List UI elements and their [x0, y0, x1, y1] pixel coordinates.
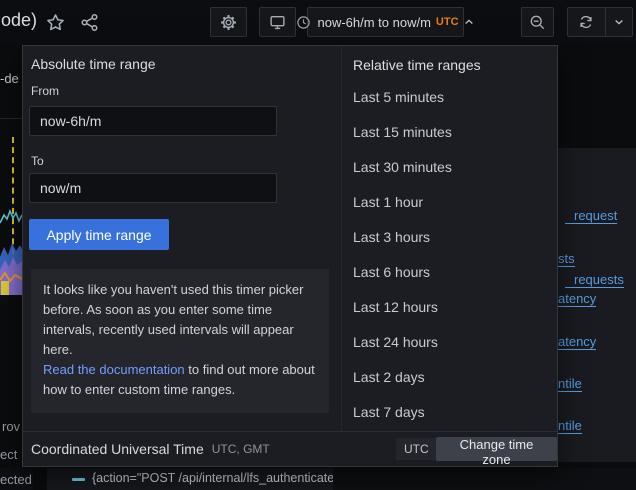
relative-range-option[interactable]: Last 12 hours	[342, 290, 557, 325]
background-chart-fragment	[0, 185, 22, 295]
star-icon[interactable]	[46, 13, 65, 32]
dashboard-toolbar: ode)	[0, 0, 636, 44]
legend-column-divider	[33, 468, 47, 490]
share-icon[interactable]	[80, 13, 99, 32]
gear-icon	[220, 14, 237, 31]
time-range-timezone: UTC	[436, 16, 459, 28]
zoom-out-icon	[529, 14, 546, 31]
legend-link[interactable]: atency	[558, 334, 596, 350]
refresh-interval-dropdown-button[interactable]	[606, 16, 632, 28]
refresh-button-group	[567, 7, 633, 37]
clock-icon	[296, 15, 311, 30]
from-input[interactable]	[29, 106, 277, 136]
background-text-fragment: -de	[0, 71, 19, 86]
absolute-time-range-title: Absolute time range	[31, 56, 156, 72]
timezone-detail: UTC, GMT	[212, 442, 270, 456]
refresh-dashboard-button[interactable]	[568, 14, 605, 30]
legend-link[interactable]: ntile	[558, 418, 582, 434]
info-text-2: Read the documentation to find out more …	[43, 360, 317, 400]
relative-range-option[interactable]: Last 24 hours	[342, 325, 557, 360]
read-documentation-link[interactable]: Read the documentation	[43, 362, 185, 377]
to-input[interactable]	[29, 173, 277, 203]
relative-range-option[interactable]: Last 15 minutes	[342, 115, 557, 150]
relative-range-option[interactable]: Last 6 hours	[342, 255, 557, 290]
legend-link[interactable]: ntile	[558, 376, 582, 392]
relative-range-option[interactable]: Last 3 hours	[342, 220, 557, 255]
relative-time-ranges-title: Relative time ranges	[353, 57, 481, 73]
background-panel-divider	[0, 118, 22, 119]
chevron-up-icon	[463, 16, 475, 28]
relative-range-option[interactable]: Last 1 hour	[342, 185, 557, 220]
monitor-icon	[269, 14, 286, 31]
relative-time-ranges-section: Relative time ranges Last 5 minutes Last…	[342, 46, 557, 433]
time-range-picker-button[interactable]: now-6h/m to now/m UTC	[307, 7, 464, 37]
timezone-name: Coordinated Universal Time	[31, 441, 204, 457]
series-color-swatch	[72, 478, 85, 481]
timer-picker-info-box: It looks like you haven't used this time…	[31, 269, 329, 413]
background-legend-row: ected {action="POST /api/internal/lfs_au…	[0, 468, 636, 490]
relative-range-option[interactable]: Last 2 days	[342, 360, 557, 395]
timezone-badge: UTC	[396, 438, 437, 460]
legend-link[interactable]: sts	[558, 251, 575, 267]
background-row-label: rov	[2, 419, 20, 434]
chevron-down-icon	[613, 16, 625, 28]
from-label: From	[31, 84, 59, 98]
background-row-label: ected	[0, 472, 32, 487]
to-label: To	[31, 154, 44, 168]
dashboard-title-fragment: ode)	[1, 10, 37, 31]
legend-link[interactable]: request	[565, 208, 617, 224]
legend-link[interactable]: requests	[565, 272, 624, 288]
zoom-out-time-button[interactable]	[521, 7, 554, 37]
dashboard-settings-button[interactable]	[210, 7, 247, 37]
tv-mode-button[interactable]	[259, 7, 296, 37]
legend-series-row[interactable]: {action="POST /api/internal/lfs_authenti…	[47, 468, 333, 490]
timezone-footer: Coordinated Universal Time UTC, GMT UTC …	[23, 431, 557, 466]
refresh-icon	[578, 14, 594, 30]
series-label: {action="POST /api/internal/lfs_authenti…	[92, 471, 333, 485]
change-time-zone-button[interactable]: Change time zone	[436, 437, 557, 461]
legend-link[interactable]: atency	[558, 291, 596, 307]
relative-range-option[interactable]: Last 30 minutes	[342, 150, 557, 185]
background-row-label: ect	[0, 447, 17, 462]
relative-range-option[interactable]: Last 7 days	[342, 395, 557, 430]
time-range-label: now-6h/m to now/m	[317, 15, 430, 30]
info-text: It looks like you haven't used this time…	[43, 280, 317, 360]
time-range-picker-dropdown: Absolute time range From To Apply time r…	[22, 45, 558, 467]
apply-time-range-button[interactable]: Apply time range	[29, 219, 169, 250]
relative-range-option[interactable]: Last 5 minutes	[342, 80, 557, 115]
